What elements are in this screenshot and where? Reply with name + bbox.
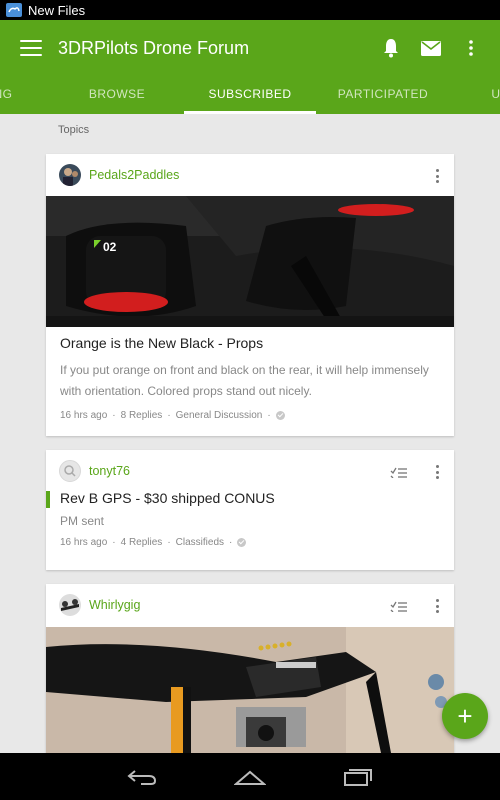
unread-indicator bbox=[46, 491, 50, 508]
check-circle-icon bbox=[275, 411, 285, 420]
bell-icon[interactable] bbox=[380, 37, 402, 59]
tab-participated[interactable]: PARTICIPATED bbox=[328, 76, 438, 114]
topic-title[interactable]: Orange is the New Black - Props bbox=[46, 335, 454, 351]
card-header: Pedals2Paddles bbox=[46, 154, 454, 196]
more-vert-icon[interactable] bbox=[460, 37, 482, 59]
topic-replies: 8 Replies bbox=[120, 410, 163, 421]
topic-title[interactable]: Rev B GPS - $30 shipped CONUS bbox=[46, 490, 454, 506]
topic-image[interactable]: 02 bbox=[46, 196, 454, 327]
more-vert-icon[interactable] bbox=[436, 169, 440, 183]
tab-bar: NG BROWSE SUBSCRIBED PARTICIPATED U bbox=[0, 76, 500, 114]
checklist-icon[interactable] bbox=[390, 598, 408, 612]
tab-browse[interactable]: BROWSE bbox=[62, 76, 172, 114]
recents-icon[interactable] bbox=[336, 762, 380, 792]
topic-author[interactable]: Pedals2Paddles bbox=[89, 168, 179, 182]
cloud-download-icon bbox=[6, 3, 22, 17]
home-icon[interactable] bbox=[228, 762, 272, 792]
topic-meta: 16 hrs ago · 4 Replies · Classifieds · bbox=[46, 537, 454, 548]
tab-trending[interactable]: NG bbox=[0, 76, 18, 114]
app-bar: 3DRPilots Drone Forum bbox=[0, 20, 500, 76]
topic-card[interactable]: tonyt76 Rev B GPS - $30 shipped CONUS PM… bbox=[46, 450, 454, 570]
topic-snippet: If you put orange on front and black on … bbox=[60, 363, 429, 398]
topic-author[interactable]: tonyt76 bbox=[89, 464, 130, 478]
topic-time: 16 hrs ago bbox=[60, 537, 108, 548]
topic-snippet: PM sent bbox=[60, 514, 105, 528]
mail-icon[interactable] bbox=[420, 37, 442, 59]
more-vert-icon[interactable] bbox=[436, 465, 440, 479]
topic-replies: 4 Replies bbox=[120, 537, 163, 548]
menu-icon[interactable] bbox=[20, 40, 42, 56]
add-topic-button[interactable]: + bbox=[442, 693, 488, 739]
topic-image[interactable] bbox=[46, 627, 454, 753]
status-notification-text: New Files bbox=[28, 2, 86, 18]
card-header: tonyt76 bbox=[46, 450, 454, 492]
tab-unread[interactable]: U bbox=[486, 76, 500, 114]
app-title: 3DRPilots Drone Forum bbox=[58, 37, 250, 58]
card-header: Whirlygig bbox=[46, 584, 454, 626]
checklist-icon[interactable] bbox=[390, 464, 408, 478]
more-vert-icon[interactable] bbox=[436, 599, 440, 613]
topic-forum[interactable]: Classifieds bbox=[176, 537, 224, 548]
status-bar: New Files bbox=[0, 0, 500, 20]
tab-subscribed[interactable]: SUBSCRIBED bbox=[184, 76, 316, 114]
drone-number-label: 02 bbox=[103, 240, 117, 254]
avatar[interactable] bbox=[59, 594, 81, 616]
check-circle-icon bbox=[237, 538, 247, 547]
section-label-topics: Topics bbox=[58, 124, 90, 136]
system-nav-bar bbox=[0, 753, 500, 800]
topic-time: 16 hrs ago bbox=[60, 410, 108, 421]
topic-forum[interactable]: General Discussion bbox=[176, 410, 263, 421]
avatar[interactable] bbox=[59, 164, 81, 186]
back-icon[interactable] bbox=[120, 762, 164, 792]
avatar[interactable] bbox=[59, 460, 81, 482]
topic-meta: 16 hrs ago · 8 Replies · General Discuss… bbox=[46, 410, 454, 421]
topic-author[interactable]: Whirlygig bbox=[89, 598, 140, 612]
